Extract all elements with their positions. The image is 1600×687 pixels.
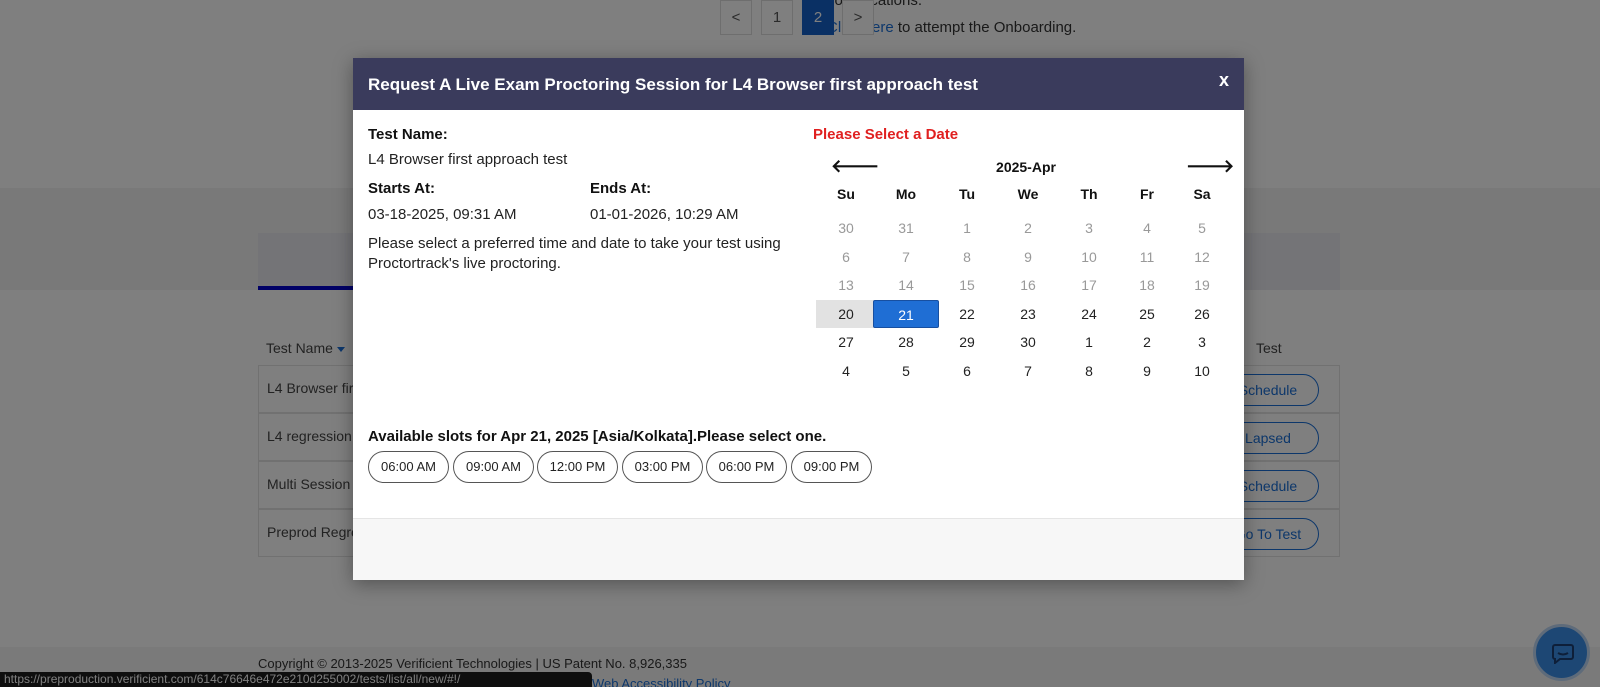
time-slot-button[interactable]: 06:00 AM — [368, 451, 449, 483]
calendar-day: 10 — [1081, 248, 1097, 265]
slots-label: Available slots for Apr 21, 2025 [Asia/K… — [368, 428, 827, 445]
calendar-day[interactable]: 4 — [816, 357, 876, 385]
calendar-day[interactable]: 29 — [937, 328, 997, 356]
calendar-day[interactable]: 7 — [998, 357, 1058, 385]
time-slot-button[interactable]: 12:00 PM — [537, 451, 618, 483]
calendar-day[interactable]: 28 — [876, 328, 936, 356]
calendar-day[interactable]: 5 — [876, 357, 936, 385]
calendar-day[interactable]: 9 — [1117, 357, 1177, 385]
live-proctoring-modal: Request A Live Exam Proctoring Session f… — [353, 58, 1244, 580]
calendar-day[interactable]: 24 — [1059, 300, 1119, 328]
weekday-header: Sa — [1193, 186, 1211, 202]
calendar-day[interactable]: 3 — [1172, 328, 1232, 356]
calendar-month-label: 2025-Apr — [996, 159, 1056, 175]
calendar-day[interactable]: 6 — [937, 357, 997, 385]
calendar-day[interactable]: 27 — [816, 328, 876, 356]
calendar-day: 3 — [1085, 220, 1093, 236]
calendar-day[interactable]: 10 — [1172, 357, 1232, 385]
date-prompt: Please Select a Date — [813, 126, 959, 143]
calendar-day: 16 — [1020, 277, 1036, 294]
calendar-day: 15 — [959, 277, 975, 294]
calendar-day: 13 — [838, 277, 854, 294]
starts-at-value: 03-18-2025, 09:31 AM — [368, 206, 517, 223]
modal-title: Request A Live Exam Proctoring Session f… — [368, 75, 978, 94]
calendar-day[interactable]: 8 — [1059, 357, 1119, 385]
calendar-day[interactable]: 1 — [1059, 328, 1119, 356]
calendar-day: 8 — [963, 248, 971, 265]
ends-at-label: Ends At: — [590, 180, 652, 197]
close-button[interactable]: x — [1219, 70, 1229, 91]
calendar-day: 30 — [838, 220, 854, 236]
weekday-header: Th — [1080, 186, 1098, 202]
calendar-day: 2 — [1024, 220, 1032, 236]
calendar-day: 19 — [1194, 277, 1210, 294]
calendar-day: 4 — [1143, 220, 1151, 236]
calendar-day[interactable]: 20 — [816, 299, 876, 328]
weekday-header: Fr — [1140, 186, 1154, 202]
calendar-day: 5 — [1198, 220, 1206, 236]
modal-header: Request A Live Exam Proctoring Session f… — [353, 58, 1244, 110]
arrow-left-icon[interactable]: 🡐 — [831, 156, 879, 178]
test-name-value: L4 Browser first approach test — [368, 151, 568, 168]
weekday-header: We — [1017, 186, 1039, 202]
starts-at-label: Starts At: — [368, 180, 435, 197]
arrow-right-icon[interactable]: 🡒 — [1186, 156, 1234, 178]
calendar-day[interactable]: 25 — [1117, 300, 1177, 328]
ends-at-value: 01-01-2026, 10:29 AM — [590, 206, 739, 223]
calendar-day[interactable]: 23 — [998, 300, 1058, 328]
calendar-day: 17 — [1081, 277, 1097, 294]
calendar-day: 12 — [1194, 248, 1210, 265]
calendar-day: 18 — [1139, 277, 1155, 294]
weekday-header: Tu — [958, 186, 976, 202]
calendar-day: 31 — [898, 220, 914, 236]
calendar-day: 14 — [898, 277, 914, 294]
test-name-label: Test Name: — [368, 126, 448, 143]
calendar-day: 9 — [1024, 248, 1032, 265]
calendar-day: 6 — [842, 248, 850, 265]
calendar-day[interactable]: 2 — [1117, 328, 1177, 356]
calendar-day: 11 — [1139, 248, 1155, 265]
calendar-day[interactable]: 30 — [998, 328, 1058, 356]
calendar-day: 1 — [963, 220, 971, 236]
modal-footer — [353, 518, 1244, 580]
calendar-day[interactable]: 26 — [1172, 300, 1232, 328]
time-slot-button[interactable]: 06:00 PM — [706, 451, 787, 483]
time-slot-button[interactable]: 09:00 PM — [791, 451, 872, 483]
calendar-day: 7 — [902, 248, 910, 265]
calendar-day[interactable]: 21 — [873, 299, 939, 328]
calendar-day[interactable]: 22 — [937, 300, 997, 328]
instructions-text: Please select a preferred time and date … — [368, 235, 781, 272]
time-slot-button[interactable]: 09:00 AM — [453, 451, 534, 483]
time-slot-button[interactable]: 03:00 PM — [622, 451, 703, 483]
weekday-header: Mo — [895, 186, 917, 202]
weekday-header: Su — [837, 186, 855, 202]
